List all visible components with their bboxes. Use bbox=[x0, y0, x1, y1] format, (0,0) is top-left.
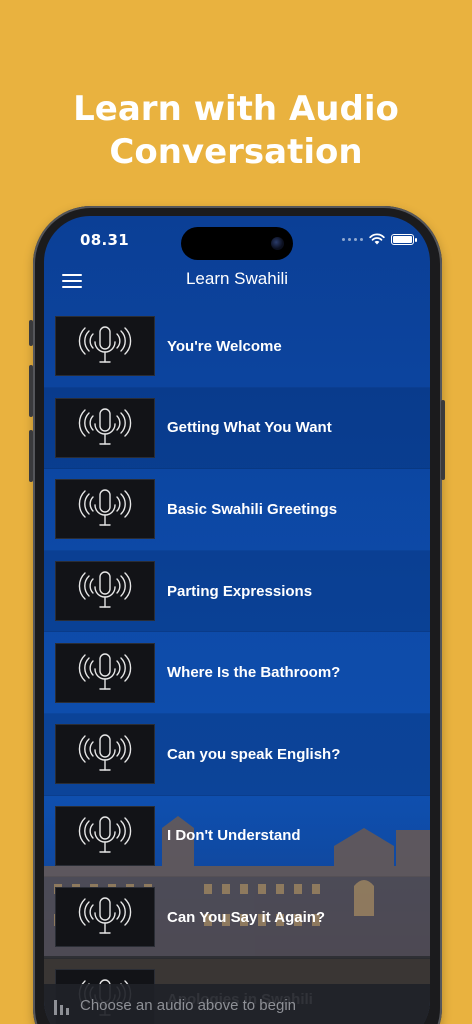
lesson-row[interactable]: Where Is the Bathroom? bbox=[44, 632, 430, 714]
audio-player-bar: Choose an audio above to begin bbox=[44, 984, 430, 1024]
microphone-icon bbox=[78, 489, 132, 527]
microphone-icon bbox=[78, 408, 132, 445]
lesson-row[interactable]: Getting What You Want bbox=[44, 387, 430, 470]
lesson-thumbnail bbox=[55, 397, 155, 458]
microphone-icon bbox=[78, 816, 132, 853]
dynamic-island bbox=[181, 227, 293, 260]
microphone-icon bbox=[78, 734, 132, 771]
microphone-icon bbox=[78, 897, 132, 935]
lesson-title: I Don't Understand bbox=[167, 827, 301, 845]
cellular-signal-icon bbox=[342, 237, 363, 241]
lesson-title: Basic Swahili Greetings bbox=[167, 500, 338, 518]
wifi-icon bbox=[369, 233, 385, 245]
lesson-thumbnail bbox=[55, 642, 155, 703]
lesson-row[interactable]: You're Welcome bbox=[44, 306, 430, 388]
app-bar: Learn Swahili bbox=[44, 264, 430, 308]
lesson-thumbnail bbox=[55, 479, 155, 540]
phone-volume-down-button bbox=[29, 430, 33, 482]
lesson-row[interactable]: Parting Expressions bbox=[44, 550, 430, 633]
microphone-icon bbox=[78, 571, 132, 608]
microphone-icon bbox=[78, 326, 132, 363]
status-bar: 08.31 bbox=[44, 216, 430, 264]
lesson-title: Getting What You Want bbox=[167, 419, 332, 437]
lesson-thumbnail bbox=[55, 561, 155, 622]
lesson-title: Can You Say it Again? bbox=[167, 908, 326, 926]
lesson-row[interactable]: Can You Say it Again? bbox=[44, 877, 430, 959]
lesson-row[interactable]: Basic Swahili Greetings bbox=[44, 469, 430, 551]
app-title: Learn Swahili bbox=[185, 269, 289, 288]
lesson-title: Parting Expressions bbox=[167, 582, 313, 600]
promo-line-2: Conversation bbox=[109, 132, 363, 172]
phone-volume-up-button bbox=[29, 365, 33, 417]
audio-level-icon bbox=[54, 1000, 69, 1015]
status-time: 08.31 bbox=[80, 231, 129, 249]
lesson-title: Where Is the Bathroom? bbox=[167, 664, 341, 682]
promo-headline: Learn with Audio Conversation bbox=[0, 88, 472, 174]
status-icons bbox=[342, 232, 417, 246]
lesson-list: You're Welcome Getting What You Want Bas… bbox=[44, 306, 430, 1024]
lesson-thumbnail bbox=[55, 316, 155, 377]
battery-icon bbox=[391, 233, 417, 245]
front-camera-icon bbox=[271, 237, 284, 250]
lesson-row[interactable]: Can you speak English? bbox=[44, 713, 430, 796]
lesson-row[interactable]: I Don't Understand bbox=[44, 796, 430, 878]
player-prompt: Choose an audio above to begin bbox=[80, 997, 297, 1014]
lesson-thumbnail bbox=[55, 805, 155, 866]
lesson-thumbnail bbox=[55, 724, 155, 785]
lesson-title: Can you speak English? bbox=[167, 745, 341, 763]
phone-power-button bbox=[441, 400, 445, 480]
lesson-thumbnail bbox=[55, 887, 155, 948]
lesson-title: You're Welcome bbox=[167, 337, 282, 355]
app-screen: 08.31 Learn Swahili You're Welcome Getti… bbox=[44, 216, 430, 1024]
microphone-icon bbox=[78, 652, 132, 690]
promo-line-1: Learn with Audio bbox=[73, 89, 399, 129]
phone-side-button bbox=[29, 320, 33, 346]
